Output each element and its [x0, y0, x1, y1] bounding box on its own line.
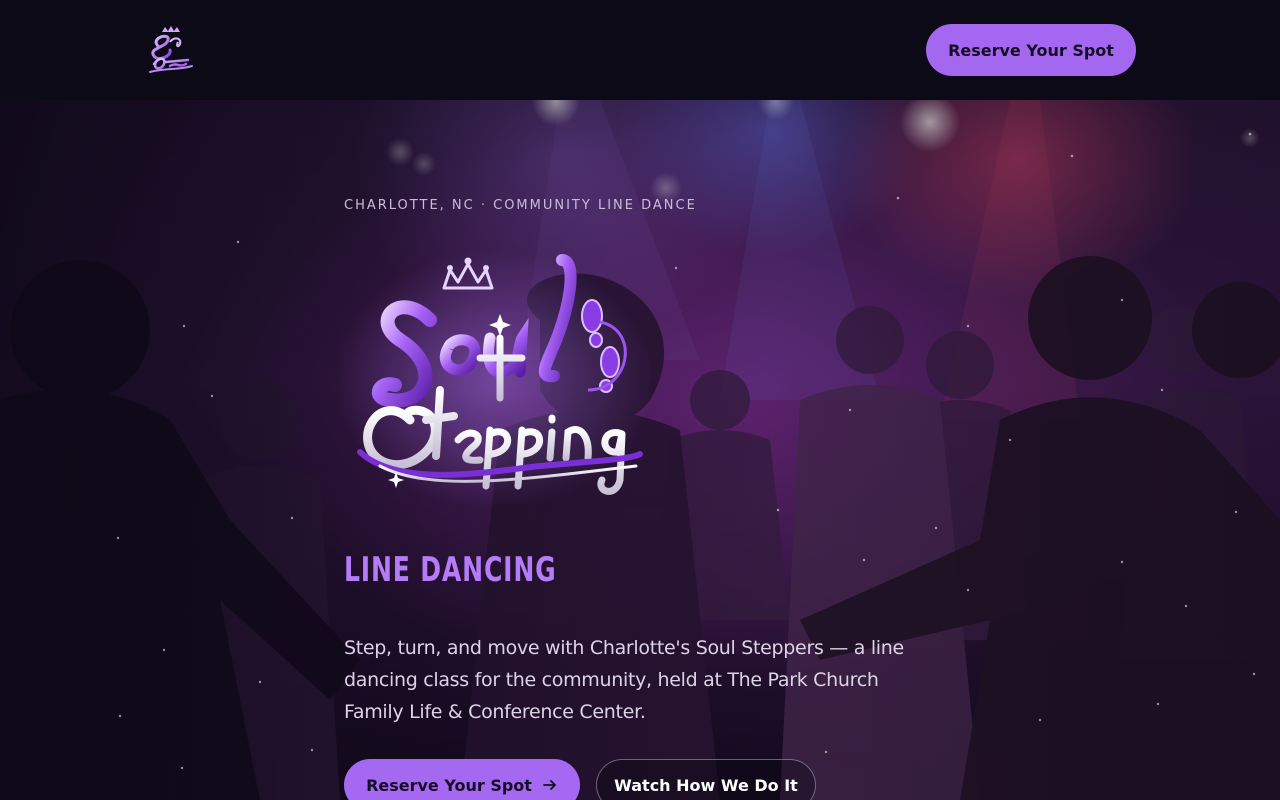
watch-how-label: Watch How We Do It	[614, 775, 798, 795]
site-header: Reserve Your Spot	[0, 0, 1280, 100]
reserve-spot-label: Reserve Your Spot	[366, 775, 532, 795]
reserve-spot-button-header[interactable]: Reserve Your Spot	[926, 24, 1136, 76]
watch-how-button[interactable]: Watch How We Do It	[596, 759, 816, 800]
hero-headline: LINE DANCING	[344, 550, 557, 590]
hero-section: CHARLOTTE, NC · COMMUNITY LINE DANCE LIN…	[0, 100, 1280, 800]
reserve-spot-label: Reserve Your Spot	[948, 40, 1114, 60]
hero-description: Step, turn, and move with Charlotte's So…	[344, 637, 904, 723]
soul-stepping-logo-icon	[340, 250, 650, 510]
arrow-right-icon	[543, 780, 556, 790]
soul-stepping-logo-icon[interactable]	[140, 22, 200, 78]
reserve-spot-button[interactable]: Reserve Your Spot	[344, 759, 580, 800]
location-eyebrow: CHARLOTTE, NC · COMMUNITY LINE DANCE	[344, 198, 697, 213]
